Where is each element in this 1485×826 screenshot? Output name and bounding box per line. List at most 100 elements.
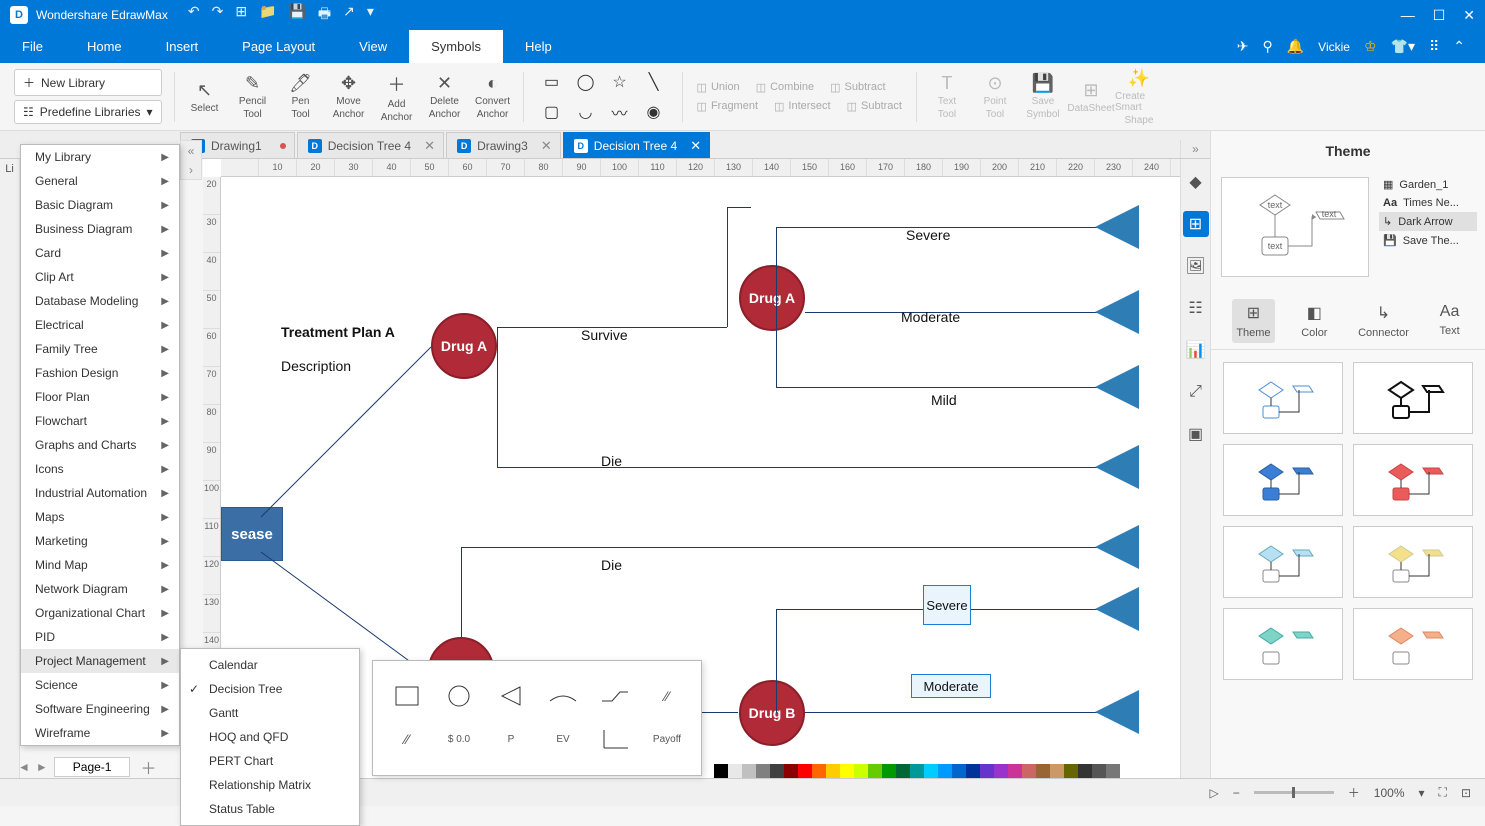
- color-swatch[interactable]: [910, 764, 924, 778]
- theme-garden-option[interactable]: ▦Garden_1: [1379, 175, 1477, 194]
- shape-curve-line[interactable]: [537, 675, 589, 717]
- submenu-item[interactable]: Calendar: [181, 653, 359, 677]
- color-swatch[interactable]: [854, 764, 868, 778]
- submenu-item[interactable]: PERT Chart: [181, 749, 359, 773]
- libmenu-item[interactable]: Graphs and Charts▶: [21, 433, 179, 457]
- color-swatch[interactable]: [1064, 764, 1078, 778]
- endpoint-triangle[interactable]: [1095, 205, 1139, 249]
- color-swatch[interactable]: [1022, 764, 1036, 778]
- left-panel-collapsed[interactable]: Li: [0, 159, 20, 779]
- expand-icon[interactable]: ⤢: [1183, 379, 1209, 405]
- combine-subtract[interactable]: ◫Subtract: [843, 98, 906, 115]
- fit-page-icon[interactable]: ⛶: [1439, 785, 1447, 800]
- doc-tab[interactable]: DDecision Tree 4✕: [297, 132, 444, 158]
- color-swatch[interactable]: [728, 764, 742, 778]
- zoom-out-button[interactable]: −: [1233, 786, 1240, 800]
- library-submenu[interactable]: Calendar✓Decision TreeGanttHOQ and QFDPE…: [180, 648, 360, 826]
- color-swatch[interactable]: [938, 764, 952, 778]
- export-icon[interactable]: ↗: [343, 3, 355, 27]
- line-shape-icon[interactable]: ╲: [640, 70, 668, 94]
- color-swatch[interactable]: [770, 764, 784, 778]
- shape-payoff-label[interactable]: Payoff: [641, 718, 693, 760]
- node-drug-a2[interactable]: Drug A: [739, 265, 805, 331]
- color-swatch[interactable]: [840, 764, 854, 778]
- undo-icon[interactable]: ↶: [188, 3, 200, 27]
- fullscreen-icon[interactable]: ⊡: [1461, 786, 1471, 800]
- endpoint-triangle[interactable]: [1095, 445, 1139, 489]
- theme-tab-color[interactable]: ◧Color: [1297, 299, 1331, 343]
- combine-intersect[interactable]: ◫Intersect: [770, 98, 835, 115]
- oval-shape-icon[interactable]: ◯: [572, 70, 600, 94]
- tool-datasheet[interactable]: ⊞DataSheet: [1067, 68, 1115, 126]
- node-drug-a[interactable]: Drug A: [431, 313, 497, 379]
- color-swatch[interactable]: [714, 764, 728, 778]
- libmenu-item[interactable]: Family Tree▶: [21, 337, 179, 361]
- libmenu-item[interactable]: Marketing▶: [21, 529, 179, 553]
- node-drug-b2[interactable]: Drug B: [739, 680, 805, 746]
- color-swatch[interactable]: [812, 764, 826, 778]
- libmenu-item[interactable]: Flowchart▶: [21, 409, 179, 433]
- libmenu-item[interactable]: Business Diagram▶: [21, 217, 179, 241]
- shape-elbow-line[interactable]: [589, 675, 641, 717]
- more-icon[interactable]: ▾: [367, 3, 374, 27]
- tool-add[interactable]: ＋AddAnchor: [373, 71, 421, 123]
- chart-icon[interactable]: 📊: [1183, 337, 1209, 363]
- color-swatch[interactable]: [882, 764, 896, 778]
- code-icon[interactable]: ▣: [1183, 421, 1209, 447]
- submenu-item[interactable]: HOQ and QFD: [181, 725, 359, 749]
- page-nav-next[interactable]: ►: [36, 760, 48, 774]
- roundrect-shape-icon[interactable]: ▢: [538, 100, 566, 124]
- color-swatch[interactable]: [896, 764, 910, 778]
- close-tab-icon[interactable]: ✕: [424, 138, 435, 154]
- color-swatch[interactable]: [1092, 764, 1106, 778]
- tool-pencil[interactable]: ✎PencilTool: [229, 71, 277, 123]
- tool-point[interactable]: ⊙PointTool: [971, 68, 1019, 126]
- curve-shape-icon[interactable]: 〰: [606, 100, 634, 124]
- color-palette-strip[interactable]: [700, 764, 1120, 778]
- zoom-level[interactable]: 100%: [1374, 786, 1405, 800]
- color-swatch[interactable]: [700, 764, 714, 778]
- theme-tab-text[interactable]: AaText: [1436, 299, 1464, 343]
- color-swatch[interactable]: [826, 764, 840, 778]
- new-library-button[interactable]: ＋New Library: [14, 69, 162, 96]
- theme-save-option[interactable]: 💾Save The...: [1379, 231, 1477, 250]
- open-icon[interactable]: 📁: [259, 3, 276, 27]
- shape-double-slash[interactable]: ⁄⁄: [641, 675, 693, 717]
- minimize-icon[interactable]: —: [1401, 7, 1415, 24]
- right-panel-toggle[interactable]: »: [1180, 140, 1210, 158]
- endpoint-triangle[interactable]: [1095, 587, 1139, 631]
- tshirt-icon[interactable]: 👕▾: [1391, 38, 1415, 55]
- tabstrip-nav-arrows[interactable]: «›: [180, 140, 202, 180]
- theme-card[interactable]: [1353, 362, 1473, 434]
- spiral-shape-icon[interactable]: ◉: [640, 100, 668, 124]
- color-swatch[interactable]: [1008, 764, 1022, 778]
- color-swatch[interactable]: [868, 764, 882, 778]
- combine-union[interactable]: ◫Union: [693, 79, 744, 96]
- shape-cost-label[interactable]: $ 0.0: [433, 718, 485, 760]
- tool-select[interactable]: ↖Select: [181, 71, 229, 123]
- libmenu-item[interactable]: General▶: [21, 169, 179, 193]
- zoom-slider[interactable]: [1254, 791, 1334, 794]
- combine-subtract[interactable]: ◫Subtract: [826, 79, 889, 96]
- tool-save[interactable]: 💾SaveSymbol: [1019, 68, 1067, 126]
- endpoint-triangle[interactable]: [1095, 525, 1139, 569]
- libmenu-item[interactable]: Icons▶: [21, 457, 179, 481]
- library-category-menu[interactable]: My Library▶General▶Basic Diagram▶Busines…: [20, 144, 180, 746]
- color-swatch[interactable]: [1036, 764, 1050, 778]
- submenu-item[interactable]: Relationship Matrix: [181, 773, 359, 797]
- theme-arrow-option[interactable]: ↳Dark Arrow: [1379, 212, 1477, 231]
- color-swatch[interactable]: [798, 764, 812, 778]
- libmenu-item[interactable]: Basic Diagram▶: [21, 193, 179, 217]
- color-swatch[interactable]: [952, 764, 966, 778]
- rect-shape-icon[interactable]: ▭: [538, 70, 566, 94]
- page-tab[interactable]: Page-1: [54, 757, 131, 777]
- libmenu-item[interactable]: Software Engineering▶: [21, 697, 179, 721]
- menu-home[interactable]: Home: [65, 30, 144, 63]
- libmenu-item[interactable]: Project Management▶: [21, 649, 179, 673]
- star-shape-icon[interactable]: ☆: [606, 70, 634, 94]
- color-swatch[interactable]: [980, 764, 994, 778]
- libmenu-item[interactable]: Clip Art▶: [21, 265, 179, 289]
- libmenu-item[interactable]: Database Modeling▶: [21, 289, 179, 313]
- save-icon[interactable]: 💾: [288, 3, 305, 27]
- libmenu-item[interactable]: Mind Map▶: [21, 553, 179, 577]
